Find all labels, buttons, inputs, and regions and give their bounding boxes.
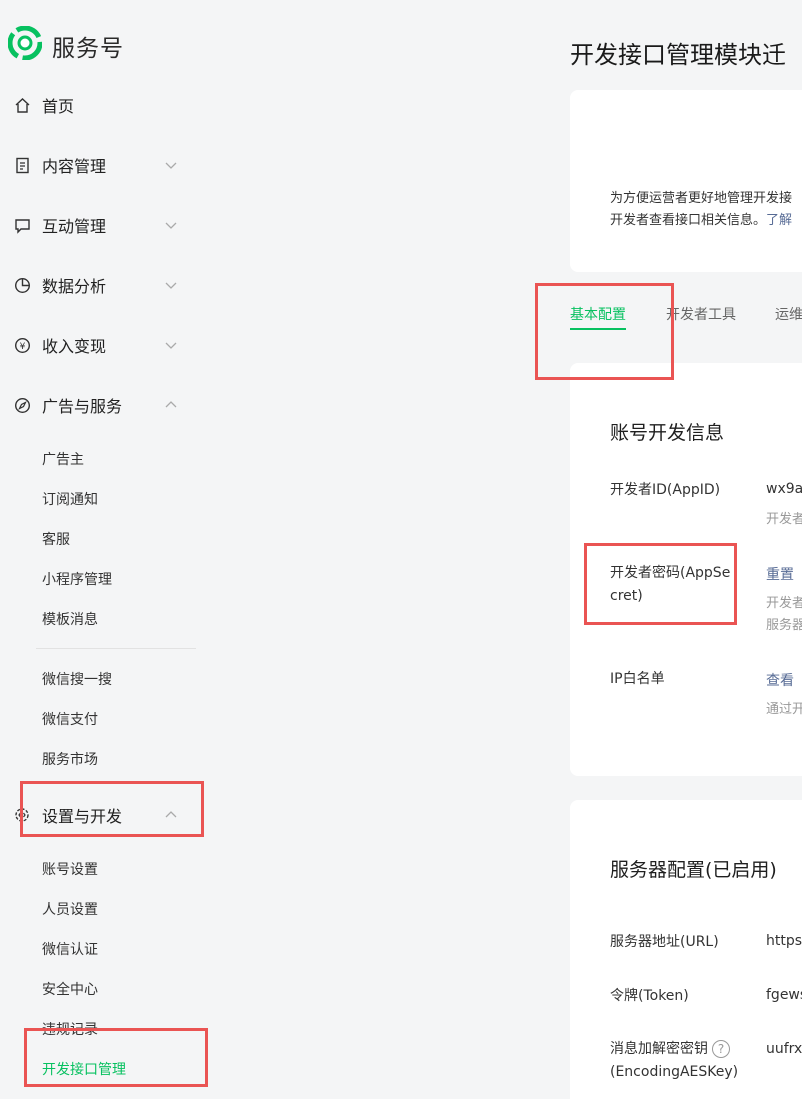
nav-sub-mini-program[interactable]: 小程序管理 xyxy=(42,569,112,589)
nav-ads-label: 广告与服务 xyxy=(42,397,123,416)
nav-sub-wechat-pay[interactable]: 微信支付 xyxy=(42,709,98,729)
nav-sub-service-market[interactable]: 服务市场 xyxy=(42,749,98,769)
nav-sub-wechat-search[interactable]: 微信搜一搜 xyxy=(42,669,112,689)
appsecret-note-1: 开发者 xyxy=(766,596,802,611)
appid-value: wx9a xyxy=(766,481,802,497)
tab-ops[interactable]: 运维 xyxy=(775,304,802,324)
nav-interaction-label: 互动管理 xyxy=(42,217,107,236)
tab-developer-tools[interactable]: 开发者工具 xyxy=(666,304,736,324)
appsecret-reset-link[interactable]: 重置 xyxy=(766,564,794,584)
code-gear-icon xyxy=(13,806,31,824)
nav-sub-dev-interface-management[interactable]: 开发接口管理 xyxy=(42,1059,126,1079)
nav-sub-wechat-verification[interactable]: 微信认证 xyxy=(42,939,98,959)
appsecret-label: 开发者密码(AppSecret) xyxy=(610,565,731,604)
document-icon xyxy=(13,156,31,174)
help-question-icon[interactable]: ? xyxy=(712,1040,730,1058)
server-url-label: 服务器地址(URL) xyxy=(610,934,719,950)
home-icon xyxy=(13,96,31,114)
ip-whitelist-label: IP白名单 xyxy=(610,671,665,687)
nav-ads-and-services[interactable]: 广告与服务 xyxy=(0,385,196,425)
chevron-down-icon xyxy=(165,222,177,229)
nav-sub-member-settings[interactable]: 人员设置 xyxy=(42,899,98,919)
nav-sub-subscription-notice[interactable]: 订阅通知 xyxy=(42,489,98,509)
compass-icon xyxy=(13,396,31,414)
intro-text: 为方便运营者更好地管理开发接 开发者查看接口相关信息。了解 xyxy=(610,188,802,232)
intro-line-2: 开发者查看接口相关信息。了解 xyxy=(610,210,802,232)
nav-settings-label: 设置与开发 xyxy=(42,807,123,826)
brand-name: 服务号 xyxy=(52,36,124,62)
tab-basic-config[interactable]: 基本配置 xyxy=(570,304,626,324)
nav-data-analysis[interactable]: 数据分析 xyxy=(0,265,196,305)
tab-bar: 基本配置 开发者工具 运维 xyxy=(570,294,802,338)
page-title: 开发接口管理模块迁 xyxy=(570,41,786,69)
nav-sub-customer-service[interactable]: 客服 xyxy=(42,529,70,549)
yen-icon: ¥ xyxy=(13,336,31,354)
account-dev-info-title: 账号开发信息 xyxy=(610,422,725,444)
nav-sub-advertiser[interactable]: 广告主 xyxy=(42,449,84,469)
nav-sub-violation-records[interactable]: 违规记录 xyxy=(42,1019,98,1039)
intro-card xyxy=(570,90,802,272)
appid-label: 开发者ID(AppID) xyxy=(610,482,721,498)
appid-note: 开发者 xyxy=(766,512,802,527)
nav-interaction-management[interactable]: 互动管理 xyxy=(0,205,196,245)
aes-key-label-line1: 消息加解密密钥 xyxy=(610,1041,708,1057)
intro-line-2-text: 开发者查看接口相关信息。 xyxy=(610,213,767,228)
ip-whitelist-view-link[interactable]: 查看 xyxy=(766,670,794,690)
aes-key-value: uufrx xyxy=(766,1041,802,1057)
chevron-up-icon xyxy=(165,401,177,408)
nav-settings-and-dev[interactable]: 设置与开发 xyxy=(0,795,196,835)
intro-line-1: 为方便运营者更好地管理开发接 xyxy=(610,191,793,206)
chevron-up-icon xyxy=(165,811,177,818)
learn-more-link[interactable]: 了解 xyxy=(766,213,792,228)
nav-sub-account-settings[interactable]: 账号设置 xyxy=(42,859,98,879)
svg-text:¥: ¥ xyxy=(19,342,25,352)
nav-data-label: 数据分析 xyxy=(42,277,107,296)
server-config-title: 服务器配置(已启用) xyxy=(610,859,777,881)
chevron-down-icon xyxy=(165,342,177,349)
nav-home[interactable]: 首页 xyxy=(0,85,196,125)
sidebar-divider xyxy=(36,648,196,649)
token-label: 令牌(Token) xyxy=(610,988,689,1004)
ip-whitelist-note: 通过开 xyxy=(766,702,802,717)
sidebar: 服务号 首页 内容管理 互动管理 数据分析 ¥ 收入变现 广告与服务 广告主 订… xyxy=(0,0,210,1099)
nav-monetization[interactable]: ¥ 收入变现 xyxy=(0,325,196,365)
nav-sub-template-message[interactable]: 模板消息 xyxy=(42,609,98,629)
nav-content-management[interactable]: 内容管理 xyxy=(0,145,196,185)
nav-home-label: 首页 xyxy=(42,97,75,116)
chat-icon xyxy=(13,216,31,234)
appsecret-note-2: 服务器 xyxy=(766,618,802,633)
chevron-down-icon xyxy=(165,282,177,289)
nav-monetization-label: 收入变现 xyxy=(42,337,107,356)
active-tab-indicator xyxy=(570,328,626,330)
server-url-value: https: xyxy=(766,933,802,949)
nav-content-label: 内容管理 xyxy=(42,157,107,176)
pie-chart-icon xyxy=(13,276,31,294)
service-account-logo-icon xyxy=(8,26,42,60)
aes-key-label: 消息加解密密钥? (EncodingAESKey) xyxy=(610,1038,760,1084)
aes-key-label-line2: (EncodingAESKey) xyxy=(610,1064,739,1080)
nav-sub-security-center[interactable]: 安全中心 xyxy=(42,979,98,999)
chevron-down-icon xyxy=(165,162,177,169)
token-value: fgews xyxy=(766,987,802,1003)
